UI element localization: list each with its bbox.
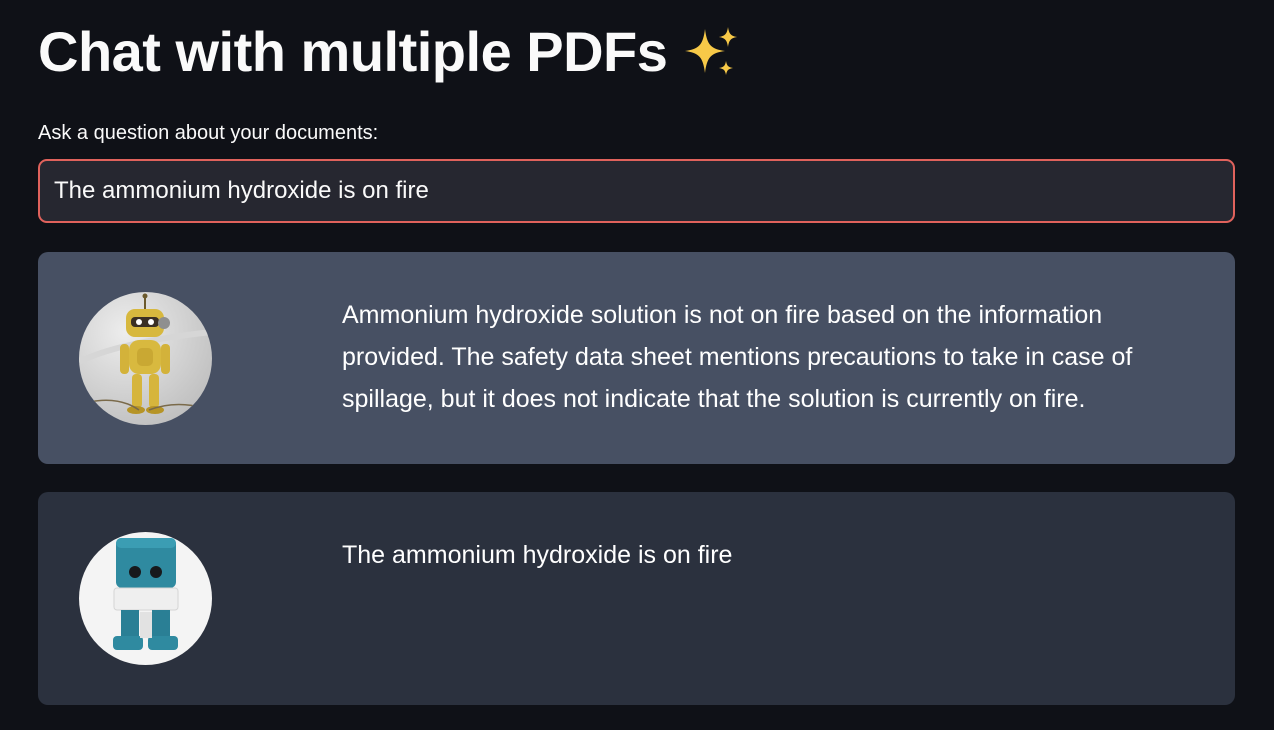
- title-row: Chat with multiple PDFs: [38, 0, 1235, 104]
- question-input[interactable]: [40, 161, 1233, 221]
- question-label: Ask a question about your documents:: [38, 122, 379, 144]
- sparkles-icon: [679, 23, 741, 81]
- robot-avatar: [79, 292, 212, 425]
- bot-message: Ammonium hydroxide solution is not on fi…: [38, 252, 1235, 464]
- question-input-wrapper[interactable]: [38, 159, 1235, 223]
- user-robot-avatar: [79, 532, 212, 665]
- page-title: Chat with multiple PDFs: [38, 20, 668, 83]
- user-message-text: The ammonium hydroxide is on fire: [342, 541, 733, 569]
- bot-message-text: Ammonium hydroxide solution is not on fi…: [342, 301, 1133, 413]
- user-message: The ammonium hydroxide is on fire: [38, 492, 1235, 705]
- main-container: Chat with multiple PDFs Ask a question a…: [38, 0, 1235, 705]
